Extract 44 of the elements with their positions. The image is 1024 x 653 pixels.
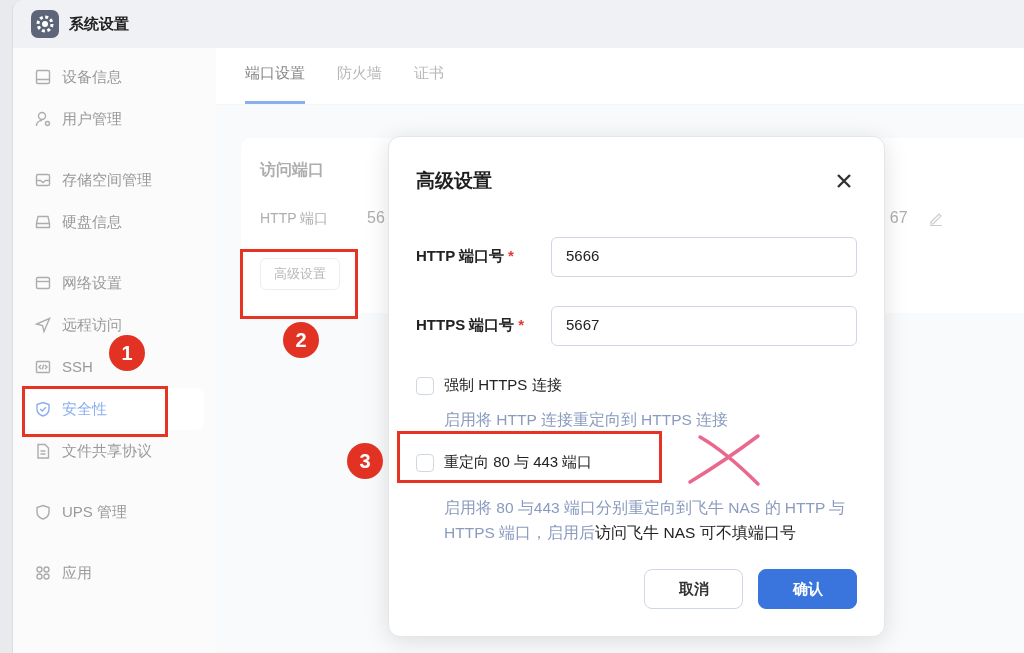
sidebar-item[interactable]: SSH — [25, 346, 95, 388]
checkbox[interactable] — [416, 453, 434, 472]
gear-icon — [31, 10, 59, 38]
input-field[interactable]: 5667 — [551, 305, 857, 346]
document-icon — [34, 442, 52, 460]
confirm-button[interactable]: 确认 — [758, 569, 857, 609]
sidebar-item[interactable]: 硬盘信息 — [25, 201, 124, 243]
sidebar-item[interactable]: 网络设置 — [25, 262, 124, 304]
window-icon — [34, 274, 52, 292]
tab[interactable]: 证书 — [414, 61, 444, 104]
card-title: 访问端口 — [260, 160, 324, 180]
tab[interactable]: 端口设置 — [245, 61, 305, 104]
shield-icon — [34, 503, 52, 521]
grid-icon — [34, 564, 52, 582]
sidebar-item[interactable]: 文件共享协议 — [25, 430, 154, 472]
shield-check-icon — [34, 400, 52, 418]
sidebar-item[interactable]: 用户管理 — [25, 98, 124, 140]
field-label: HTTPS 端口号 * — [416, 315, 526, 336]
advanced-settings-button[interactable]: 高级设置 — [260, 258, 340, 290]
field-label: HTTP 端口 — [260, 209, 330, 228]
close-icon[interactable] — [837, 174, 851, 189]
window-title: 系统设置 — [69, 13, 129, 34]
option-description: 启用将 HTTP 连接重定向到 HTTPS 连接 — [444, 409, 730, 430]
code-icon — [34, 358, 52, 376]
tray-icon — [34, 171, 52, 189]
tab[interactable]: 防火墙 — [337, 61, 382, 104]
dialog-title: 高级设置 — [416, 169, 492, 193]
field-value: 67 — [889, 208, 908, 228]
send-icon — [34, 316, 52, 334]
checkbox-label: 重定向 80 与 443 端口 — [444, 452, 593, 473]
user-gear-icon — [34, 110, 52, 128]
field-label: HTTP 端口号 * — [416, 246, 515, 267]
sidebar-item[interactable]: 应用 — [25, 552, 94, 594]
checkbox[interactable] — [416, 376, 434, 395]
cancel-button[interactable]: 取消 — [644, 569, 743, 609]
checkbox-label: 强制 HTTPS 连接 — [444, 375, 562, 396]
sidebar-item[interactable]: 设备信息 — [25, 56, 124, 98]
field-value: 56 — [367, 208, 385, 228]
sidebar-item[interactable]: UPS 管理 — [25, 491, 129, 533]
sidebar-item[interactable]: 安全性 — [25, 388, 204, 430]
option-description: 启用将 80 与443 端口分别重定向到飞牛 NAS 的 HTTP 与 HTTPS 端口，启用后访问飞牛 NAS 可不填端口号 — [444, 497, 847, 543]
sidebar-item[interactable]: 存储空间管理 — [25, 159, 154, 201]
drive-icon — [34, 68, 52, 86]
input-field[interactable]: 5666 — [551, 236, 857, 277]
